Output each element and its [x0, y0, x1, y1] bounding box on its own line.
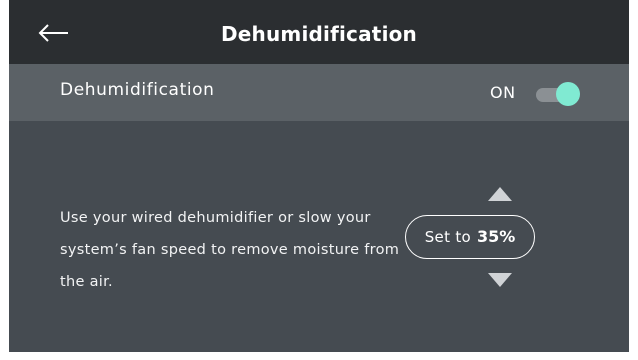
dehumidification-screen: Dehumidification Dehumidification ON Use…: [9, 0, 629, 352]
page-title: Dehumidification: [220, 22, 417, 46]
back-button[interactable]: [35, 18, 75, 48]
dehumidification-toggle[interactable]: [536, 82, 582, 106]
setpoint-button[interactable]: Set to 35%: [405, 215, 535, 259]
back-arrow-icon: [38, 24, 68, 42]
setting-label: Dehumidification: [60, 80, 215, 100]
title-bar: Dehumidification: [9, 0, 629, 64]
toggle-state-label: ON: [490, 83, 516, 102]
setpoint-value: 35%: [476, 227, 516, 246]
triangle-up-icon[interactable]: [488, 187, 512, 201]
setpoint-prefix: Set to: [424, 228, 471, 246]
toggle-knob: [556, 82, 580, 106]
description-text: Use your wired dehumidifier or slow your…: [60, 210, 400, 290]
triangle-down-icon[interactable]: [488, 273, 512, 287]
